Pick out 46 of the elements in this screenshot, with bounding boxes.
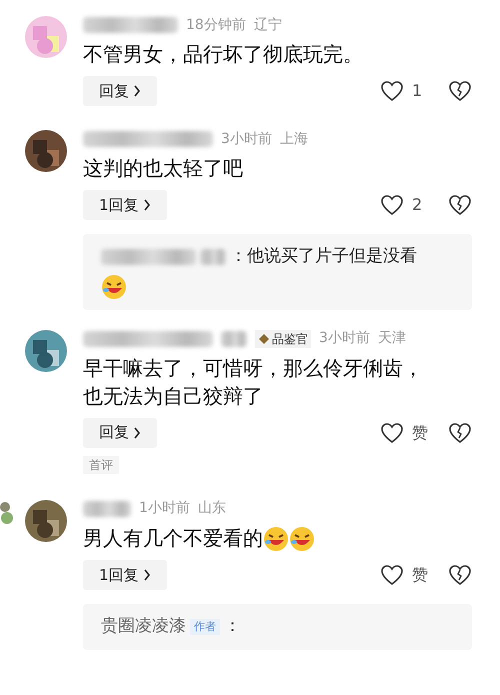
blurred-tag	[200, 248, 226, 265]
broken-heart-icon[interactable]	[448, 80, 472, 102]
reply-text: ：他说买了片子但是没看	[230, 245, 417, 268]
broken-heart-icon[interactable]	[448, 422, 472, 444]
broken-heart-icon[interactable]	[448, 564, 472, 586]
diamond-icon	[258, 332, 270, 344]
comment-text: 早干嘛去了，可惜呀，那么伶牙俐齿，也无法为自己狡辩了	[83, 354, 424, 410]
comment-time: 1小时前	[139, 499, 190, 518]
reply-author: 贵圈凌凌漆	[101, 615, 186, 638]
heart-icon[interactable]	[380, 564, 404, 586]
like-count: 1	[412, 80, 424, 102]
chevron-icon	[142, 199, 151, 211]
comment-text: 不管男女，品行坏了彻底玩完。	[83, 41, 364, 68]
reply-button[interactable]: 回复	[83, 418, 157, 448]
like-count: 2	[412, 194, 424, 216]
chevron-icon	[133, 426, 141, 438]
reply-text: ：	[224, 615, 241, 638]
comment-location: 辽宁	[254, 16, 282, 34]
heart-icon[interactable]	[380, 80, 404, 102]
laughing-emoji-icon	[101, 274, 127, 300]
comment-text: 男人有几个不爱看的	[83, 524, 435, 552]
chevron-icon	[133, 85, 141, 97]
author-tag: 作者	[190, 618, 220, 636]
heart-icon[interactable]	[380, 194, 404, 216]
reply-button[interactable]: 回复	[83, 76, 157, 106]
comment-location: 天津	[378, 329, 406, 348]
comment-location: 山东	[198, 499, 226, 518]
like-count: 赞	[412, 422, 429, 444]
comment-time: 3小时前	[319, 329, 370, 348]
blurred-name	[83, 500, 131, 516]
laughing-emoji-icon	[289, 526, 315, 552]
broken-heart-icon[interactable]	[448, 194, 472, 216]
heart-icon[interactable]	[380, 422, 404, 444]
comment-location: 上海	[280, 130, 308, 148]
comment-time: 18分钟前	[186, 16, 246, 34]
comment-time: 3小时前	[221, 130, 272, 148]
first-comment-tag: 首评	[83, 456, 119, 474]
rank-badge: 品鉴官	[255, 330, 311, 348]
reply-button[interactable]: 1回复	[83, 190, 167, 220]
blurred-tag	[221, 330, 247, 346]
laughing-emoji-icon	[263, 526, 289, 552]
comment-text: 这判的也太轻了吧	[83, 155, 244, 182]
chevron-icon	[142, 569, 151, 582]
like-count: 赞	[412, 564, 429, 586]
reply-button[interactable]: 1回复	[83, 560, 167, 590]
sticker-icon	[0, 500, 14, 526]
